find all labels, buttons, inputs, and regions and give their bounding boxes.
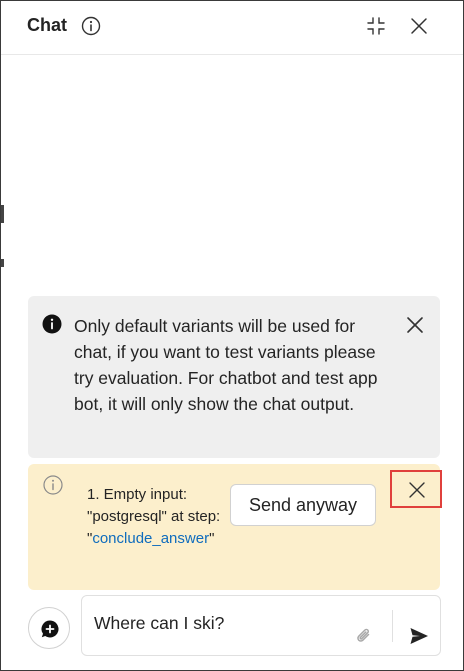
warning-message-suffix: " <box>209 530 215 547</box>
info-banner-text: Only default variants will be used for c… <box>74 316 378 414</box>
edge-mark <box>1 205 4 223</box>
warning-banner: 1. Empty input: "postgresql" at step: "c… <box>28 464 442 590</box>
new-chat-button[interactable] <box>28 607 70 649</box>
info-banner: Only default variants will be used for c… <box>28 296 440 458</box>
message-input-value[interactable]: Where can I ski? <box>94 613 224 634</box>
close-icon[interactable] <box>402 312 428 338</box>
info-circle-icon <box>42 474 64 496</box>
close-icon <box>409 482 425 498</box>
step-link[interactable]: conclude_answer <box>92 530 209 547</box>
edge-mark <box>1 259 4 267</box>
send-icon[interactable] <box>408 625 430 647</box>
collapse-icon[interactable] <box>364 14 388 38</box>
panel-title: Chat <box>27 15 67 35</box>
warning-close-button[interactable] <box>390 470 442 508</box>
warning-message: 1. Empty input: "postgresql" at step: "c… <box>87 484 227 550</box>
paperclip-icon[interactable] <box>354 626 374 646</box>
send-anyway-button[interactable]: Send anyway <box>230 484 376 526</box>
chat-header: Chat <box>1 1 463 55</box>
divider <box>392 610 393 642</box>
message-input[interactable]: Where can I ski? <box>81 595 441 656</box>
chat-add-icon <box>41 620 59 638</box>
chat-panel: Chat Only default variants will be used … <box>0 0 464 671</box>
close-icon[interactable] <box>407 14 431 38</box>
info-filled-icon <box>42 314 62 334</box>
info-circle-icon[interactable] <box>81 16 101 36</box>
